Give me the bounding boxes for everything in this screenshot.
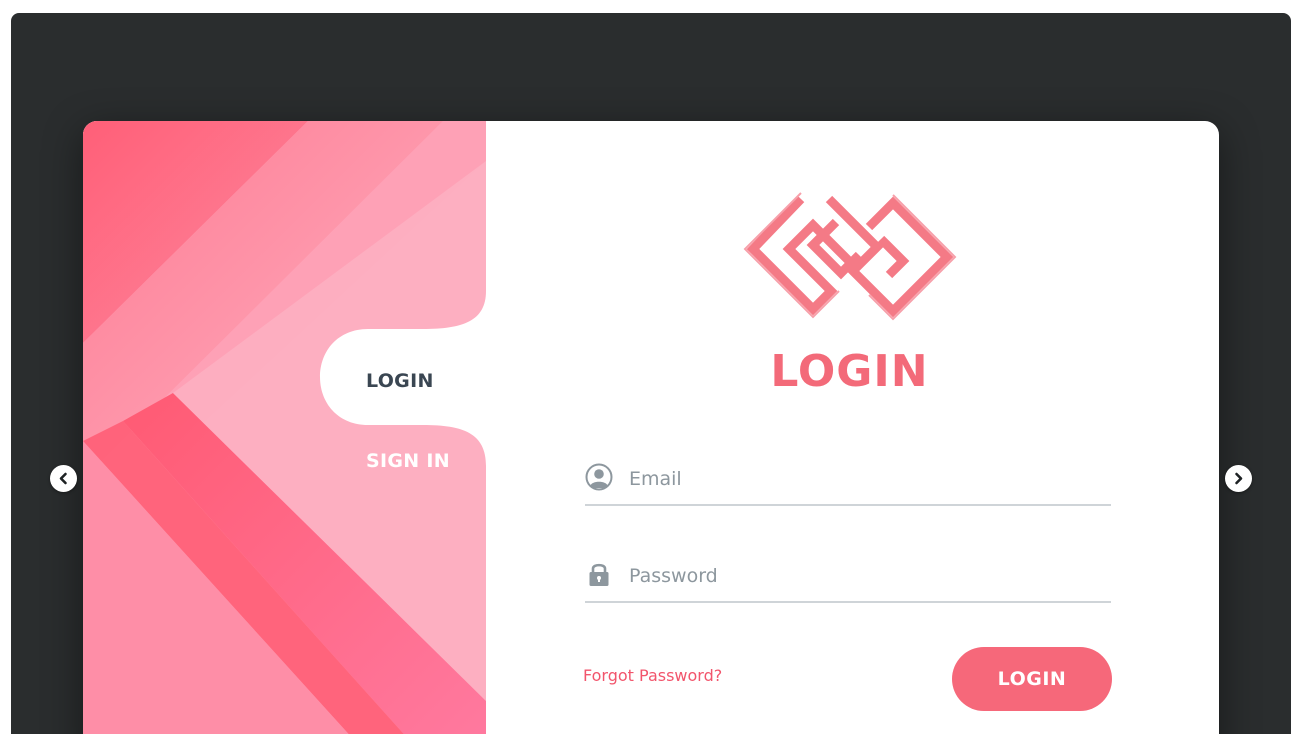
tab-signin[interactable]: SIGN IN xyxy=(366,450,450,472)
tab-login[interactable]: LOGIN xyxy=(366,370,434,392)
form-title: LOGIN xyxy=(770,346,929,397)
password-input[interactable] xyxy=(627,557,1101,595)
tab-panel: LOGIN SIGN IN xyxy=(83,121,486,734)
login-card: LOGIN SIGN IN LOGIN Email Forgot Passwor… xyxy=(83,121,1219,734)
carousel-stage: LOGIN SIGN IN LOGIN Email Forgot Passwor… xyxy=(11,13,1291,734)
password-field-group xyxy=(585,555,1111,603)
panel-background xyxy=(83,121,486,734)
user-icon xyxy=(585,463,613,491)
forgot-password-link[interactable]: Forgot Password? xyxy=(583,666,722,685)
carousel-prev-button[interactable] xyxy=(50,465,77,492)
chevron-left-icon xyxy=(59,472,67,485)
lock-icon xyxy=(589,563,609,586)
email-input[interactable] xyxy=(627,460,1101,498)
chevron-right-icon xyxy=(1235,472,1243,485)
brand-logo xyxy=(743,192,957,321)
login-button[interactable]: LOGIN xyxy=(952,647,1112,711)
carousel-next-button[interactable] xyxy=(1225,465,1252,492)
email-field-group xyxy=(585,458,1111,506)
